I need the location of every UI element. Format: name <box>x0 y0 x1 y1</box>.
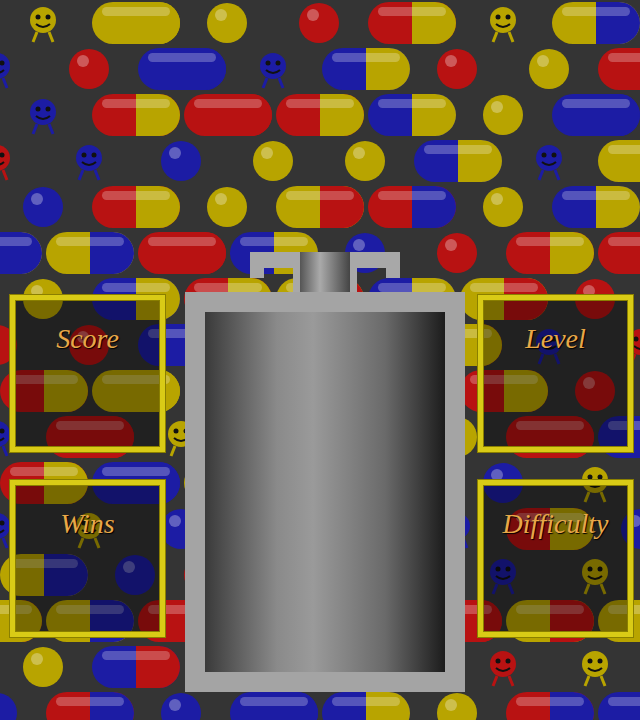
ball-icon <box>161 693 201 720</box>
info-panel: Wins <box>10 480 165 637</box>
virus-icon <box>490 7 516 42</box>
ball-icon <box>23 647 63 687</box>
pill-icon <box>276 186 364 228</box>
pill-icon <box>138 232 226 274</box>
bottle-neck-icon <box>185 252 465 292</box>
virus-icon <box>490 651 516 686</box>
virus-icon <box>582 651 608 686</box>
panel-label: Difficulty <box>503 507 609 632</box>
virus-icon <box>0 145 10 180</box>
info-panel: Score <box>10 295 165 452</box>
ball-icon <box>437 233 477 273</box>
pill-icon <box>598 232 640 274</box>
virus-icon <box>76 145 102 180</box>
pill-icon <box>92 94 180 136</box>
ball-icon <box>23 187 63 227</box>
game-screen: Score Wins Level Difficulty <box>0 0 640 720</box>
left-column: Score Wins <box>0 0 180 720</box>
pill-icon <box>552 186 640 228</box>
ball-icon <box>437 49 477 89</box>
ball-icon <box>345 141 385 181</box>
ball-icon <box>253 141 293 181</box>
pill-icon <box>506 692 594 720</box>
pill-icon <box>92 186 180 228</box>
ball-icon <box>207 3 247 43</box>
bottle <box>185 0 465 720</box>
ball-icon <box>69 49 109 89</box>
panel-label: Wins <box>60 507 114 632</box>
ball-icon <box>0 693 17 720</box>
ball-icon <box>437 693 477 720</box>
ball-icon <box>529 49 569 89</box>
info-panel: Difficulty <box>478 480 633 637</box>
pill-icon <box>92 646 180 688</box>
ball-icon <box>161 141 201 181</box>
pill-icon <box>322 48 410 90</box>
pill-icon <box>138 48 226 90</box>
pill-icon <box>0 232 42 274</box>
panel-label: Level <box>525 322 586 447</box>
pill-icon <box>552 94 640 136</box>
virus-icon <box>0 513 10 548</box>
pill-icon <box>184 94 272 136</box>
pill-icon <box>230 692 318 720</box>
virus-icon <box>30 99 56 134</box>
virus-icon <box>260 53 286 88</box>
ball-icon <box>299 3 339 43</box>
pill-icon <box>46 232 134 274</box>
pill-icon <box>46 692 134 720</box>
info-panel: Level <box>478 295 633 452</box>
pill-icon <box>276 94 364 136</box>
pill-icon <box>506 232 594 274</box>
virus-icon <box>30 7 56 42</box>
bottle-body <box>185 292 465 692</box>
pill-icon <box>552 2 640 44</box>
pill-icon <box>414 140 502 182</box>
ball-icon <box>207 187 247 227</box>
pill-icon <box>598 140 640 182</box>
pill-icon <box>598 48 640 90</box>
virus-icon <box>0 421 10 456</box>
pill-icon <box>322 692 410 720</box>
pill-icon <box>92 2 180 44</box>
ball-icon <box>483 95 523 135</box>
pill-icon <box>368 2 456 44</box>
pill-icon <box>598 692 640 720</box>
game-stage: Score Wins Level Difficulty <box>0 0 640 720</box>
ball-icon <box>483 187 523 227</box>
pill-icon <box>368 94 456 136</box>
pill-icon <box>368 186 456 228</box>
right-column: Level Difficulty <box>478 0 640 720</box>
panel-label: Score <box>56 322 119 447</box>
virus-icon <box>536 145 562 180</box>
virus-icon <box>0 53 10 88</box>
